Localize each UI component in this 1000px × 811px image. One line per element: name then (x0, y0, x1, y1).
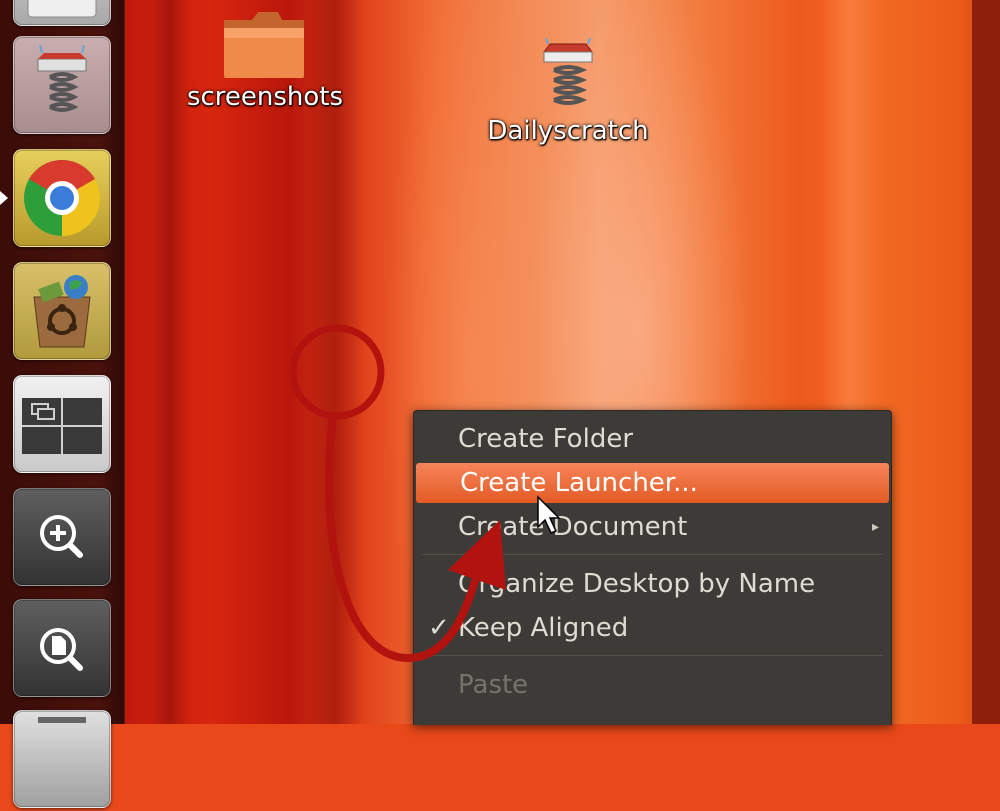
document-search-icon (40, 628, 83, 671)
launcher-dailyscratch[interactable] (13, 36, 111, 134)
trash-icon (38, 717, 86, 723)
menu-item-keep-aligned[interactable]: ✓ Keep Aligned (414, 608, 891, 648)
folder-icon (224, 12, 304, 78)
menu-item-label: Create Launcher... (460, 468, 698, 498)
launcher-software-center[interactable] (13, 262, 111, 360)
desktop-icon-dailyscratch[interactable]: Dailyscratch (478, 38, 658, 146)
spring-app-icon (543, 38, 593, 105)
desktop-icon-label: screenshots (186, 82, 344, 112)
workspace-switcher-icon (22, 398, 102, 454)
menu-item-create-launcher[interactable]: Create Launcher... (416, 463, 889, 503)
menu-item-organize-desktop[interactable]: Organize Desktop by Name (414, 564, 891, 604)
zoom-in-icon (40, 515, 83, 558)
launcher-chrome[interactable] (13, 149, 111, 247)
launcher-workspace-switcher[interactable] (13, 375, 111, 473)
software-center-icon (33, 275, 91, 348)
desktop-context-menu: Create Folder Create Launcher... Create … (413, 410, 892, 725)
menu-item-label: Create Document (458, 512, 688, 542)
launcher-zoom-in[interactable] (13, 488, 111, 586)
menu-item-paste: Paste (414, 665, 891, 705)
menu-item-label: Keep Aligned (458, 613, 629, 643)
menu-item-create-document[interactable]: Create Document ▸ (414, 507, 891, 547)
running-indicator (0, 191, 8, 205)
folder-icon (27, 0, 97, 18)
window-edge (972, 0, 1000, 724)
checkmark-icon: ✓ (428, 613, 450, 643)
desktop-icon-label: Dailyscratch (487, 116, 649, 146)
submenu-arrow-icon: ▸ (871, 519, 879, 535)
launcher-home-folder[interactable] (13, 0, 111, 26)
launcher-trash[interactable] (13, 710, 111, 808)
menu-item-create-folder[interactable]: Create Folder (414, 419, 891, 459)
menu-separator (422, 655, 883, 656)
launcher-document-search[interactable] (13, 599, 111, 697)
menu-item-label: Organize Desktop by Name (458, 569, 816, 599)
desktop-icon-screenshots[interactable]: screenshots (180, 6, 350, 112)
chrome-icon (24, 159, 101, 237)
menu-item-label: Create Folder (458, 424, 634, 454)
spring-app-icon (37, 44, 87, 112)
menu-separator (422, 554, 883, 555)
menu-item-label: Paste (458, 670, 529, 700)
unity-launcher (0, 0, 125, 808)
